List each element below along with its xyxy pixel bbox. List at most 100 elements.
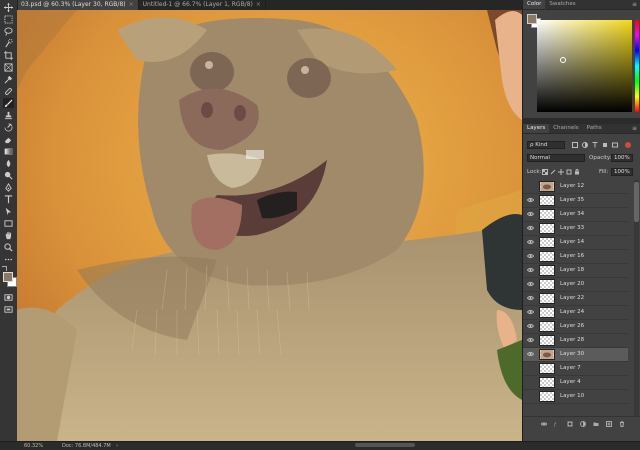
frame-tool-icon[interactable] [3, 62, 14, 72]
lock-pixels-icon[interactable] [549, 168, 556, 175]
link-layers-icon[interactable] [540, 420, 547, 427]
layer-row[interactable]: Layer 16 [523, 250, 628, 264]
blur-tool-icon[interactable] [3, 158, 14, 168]
eyedropper-tool-icon[interactable] [3, 74, 14, 84]
layer-row[interactable]: Layer 14 [523, 236, 628, 250]
color-picker-marker[interactable] [560, 57, 566, 63]
type-tool-icon[interactable] [3, 194, 14, 204]
visibility-eye-icon[interactable] [527, 365, 534, 371]
visibility-eye-icon[interactable] [526, 267, 535, 273]
visibility-eye-icon[interactable] [526, 239, 535, 245]
visibility-eye-icon[interactable] [526, 323, 535, 329]
foreground-color-swatch[interactable] [3, 272, 13, 282]
visibility-eye-icon[interactable] [527, 379, 534, 385]
crop-tool-icon[interactable] [3, 50, 14, 60]
new-layer-icon[interactable] [605, 420, 612, 427]
tab-channels[interactable]: Channels [549, 124, 582, 133]
tab-swatches[interactable]: Swatches [545, 0, 579, 9]
layer-row[interactable]: Layer 12 [523, 180, 628, 194]
move-tool-icon[interactable] [3, 2, 14, 12]
document-canvas[interactable] [17, 10, 522, 441]
pen-tool-icon[interactable] [3, 182, 14, 192]
lock-position-icon[interactable] [557, 168, 564, 175]
layer-row[interactable]: Layer 24 [523, 306, 628, 320]
visibility-eye-icon[interactable] [527, 393, 534, 399]
filter-pixel-icon[interactable] [571, 141, 578, 148]
new-group-icon[interactable] [592, 420, 599, 427]
screen-mode-icon[interactable] [3, 304, 14, 314]
hand-tool-icon[interactable] [3, 230, 14, 240]
history-brush-tool-icon[interactable] [3, 122, 14, 132]
lasso-tool-icon[interactable] [3, 26, 14, 36]
layer-row[interactable]: Layer 30 [523, 348, 628, 362]
delete-layer-icon[interactable] [618, 420, 625, 427]
opacity-input[interactable]: 100% [611, 154, 633, 162]
layer-row[interactable]: Layer 20 [523, 278, 628, 292]
layer-row[interactable]: Layer 33 [523, 222, 628, 236]
tab-color[interactable]: Color [523, 0, 546, 9]
tab-paths[interactable]: Paths [583, 124, 606, 133]
swap-colors-icon[interactable] [2, 266, 7, 271]
panel-menu-icon[interactable]: ≡ [632, 124, 640, 133]
layer-list-scrollbar[interactable] [634, 180, 639, 416]
scrollbar-thumb[interactable] [634, 182, 639, 222]
filter-type-icon[interactable] [591, 141, 598, 148]
color-saturation-field[interactable] [537, 20, 632, 112]
visibility-eye-icon[interactable] [526, 211, 535, 217]
visibility-eye-icon[interactable] [526, 337, 535, 343]
lock-all-icon[interactable] [573, 168, 580, 175]
visibility-eye-icon[interactable] [526, 253, 535, 259]
eraser-tool-icon[interactable] [3, 134, 14, 144]
lock-transparent-icon[interactable] [541, 168, 548, 175]
visibility-eye-icon[interactable] [526, 309, 535, 315]
horizontal-scrollbar-thumb[interactable] [355, 443, 415, 447]
layer-row[interactable]: Layer 35 [523, 194, 628, 208]
hue-slider[interactable] [635, 20, 639, 112]
brush-tool-icon[interactable] [3, 98, 14, 108]
quick-mask-icon[interactable] [3, 292, 14, 302]
panel-menu-icon[interactable]: ≡ [632, 0, 640, 9]
blend-mode-select[interactable]: Normal [527, 154, 585, 162]
color-panel-tabs: Color Swatches ≡ [523, 0, 640, 10]
healing-brush-tool-icon[interactable] [3, 86, 14, 96]
adjustment-layer-icon[interactable] [579, 420, 586, 427]
rectangle-tool-icon[interactable] [3, 218, 14, 228]
layer-row[interactable]: Layer 7 [523, 362, 628, 376]
tab-03-psd[interactable]: 03.psd @ 60.3% (Layer 30, RGB/8) × [17, 0, 139, 10]
filter-toggle[interactable] [625, 142, 631, 148]
layer-style-icon[interactable]: f [553, 420, 560, 427]
path-selection-tool-icon[interactable] [3, 206, 14, 216]
layer-row[interactable]: Layer 4 [523, 376, 628, 390]
visibility-eye-icon[interactable] [527, 183, 534, 189]
tab-layers[interactable]: Layers [523, 124, 550, 133]
layer-row[interactable]: Layer 10 [523, 390, 628, 404]
fill-input[interactable]: 100% [611, 168, 633, 176]
add-mask-icon[interactable] [566, 420, 573, 427]
zoom-tool-icon[interactable] [3, 242, 14, 252]
layer-row[interactable]: Layer 26 [523, 320, 628, 334]
layer-row[interactable]: Layer 18 [523, 264, 628, 278]
filter-adjustment-icon[interactable] [581, 141, 588, 148]
visibility-eye-icon[interactable] [526, 351, 535, 357]
layer-row[interactable]: Layer 22 [523, 292, 628, 306]
close-icon[interactable]: × [129, 0, 134, 10]
lock-artboard-icon[interactable] [565, 168, 572, 175]
visibility-eye-icon[interactable] [526, 295, 535, 301]
more-tools-icon[interactable] [3, 254, 14, 264]
visibility-eye-icon[interactable] [526, 225, 535, 231]
close-icon[interactable]: × [256, 0, 261, 10]
marquee-tool-icon[interactable] [3, 14, 14, 24]
quick-selection-tool-icon[interactable] [3, 38, 14, 48]
tab-untitled-1[interactable]: Untitled-1 @ 66.7% (Layer 1, RGB/8) × [139, 0, 266, 10]
visibility-eye-icon[interactable] [526, 197, 535, 203]
visibility-eye-icon[interactable] [526, 281, 535, 287]
layer-row[interactable]: Layer 28 [523, 334, 628, 348]
layer-row[interactable]: Layer 34 [523, 208, 628, 222]
filter-shape-icon[interactable] [601, 141, 608, 148]
dodge-tool-icon[interactable] [3, 170, 14, 180]
foreground-color-chip[interactable] [527, 14, 537, 24]
clone-stamp-tool-icon[interactable] [3, 110, 14, 120]
filter-smart-object-icon[interactable] [611, 141, 618, 148]
layer-filter-kind[interactable]: ρ Kind [527, 141, 565, 149]
gradient-tool-icon[interactable] [3, 146, 14, 156]
